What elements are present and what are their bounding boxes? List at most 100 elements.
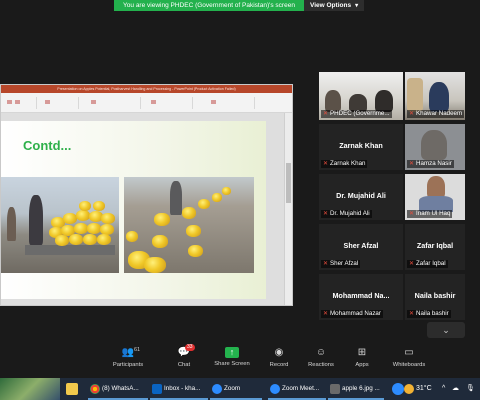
background-object [407,78,423,112]
apps-button[interactable]: ⊞ Apps [352,347,372,368]
apple-sack [152,235,168,248]
apple-sack [76,210,90,221]
apple-sack [55,235,69,246]
weather-temperature[interactable]: 31°C [416,378,432,400]
zoom-icon [212,384,222,394]
slide: Contd... [1,121,266,299]
chevron-down-icon: ▾ [355,3,359,9]
ribbon-group [195,97,255,109]
mic-muted-icon: ✕ [409,311,415,317]
meeting-toolbar: 👥 61 Participants 💬 33 Chat ↑ Share Scre… [0,343,480,378]
taskbar-item-zoom-meeting[interactable]: Zoom Meet... [268,378,326,400]
slide-scrollbar[interactable] [284,113,292,305]
apple-sack [79,201,91,211]
slide-canvas: Contd... [1,113,292,305]
taskbar-item-label: (8) WhatsA... [102,385,139,392]
participant-tile[interactable]: Naila bashir ✕ Naila bashir [405,274,465,320]
cloud-icon[interactable]: ☁ [452,378,459,400]
participant-tile[interactable]: Zarnak Khan ✕ Zarnak Khan [319,124,403,170]
participant-name: ✕ Zarnak Khan [321,160,368,168]
participant-display-name: Naila bashir [414,291,456,300]
apple-sack [97,234,111,245]
chat-button[interactable]: 💬 33 Chat [170,344,198,368]
gallery-scroll-down-button[interactable]: ⌄ [427,322,465,338]
apple-sack [101,213,115,224]
scrollbar-thumb[interactable] [286,163,291,203]
file-explorer-icon[interactable] [66,383,78,395]
share-screen-label: Share Screen [214,361,250,367]
whiteboards-button[interactable]: ▭ Whiteboards [390,347,428,368]
apple-sack [154,213,170,226]
apple-sack [83,234,97,245]
taskbar-wallpaper-thumb [0,378,60,400]
participant-name: ✕ Sher Afzal [321,260,361,268]
participant-display-name: Dr. Mujahid Ali [336,191,386,200]
taskbar-item-photo[interactable]: apple 6.jpg ... [328,378,384,400]
participant-name: ✕ Dr. Mujahid Ali [321,210,372,218]
participant-display-name: Mohammad Na... [332,291,390,300]
share-screen-button[interactable]: ↑ Share Screen [212,347,252,367]
taskbar-item-label: apple 6.jpg ... [342,385,380,392]
taskbar-item-outlook[interactable]: Inbox - kha... [150,378,208,400]
chat-label: Chat [177,362,191,368]
apple-sack [182,207,196,219]
record-icon: ◉ [274,347,284,358]
chat-unread-badge: 33 [185,344,195,351]
apple-sack [74,223,88,234]
participants-count: 61 [134,347,141,353]
taskbar-item-whatsapp[interactable]: (8) WhatsA... [88,378,148,400]
apple-sack [144,257,166,273]
apple-sack [212,193,222,202]
photos-icon [330,384,340,394]
apple-sack [222,187,231,195]
person-figure [29,195,43,245]
apps-icon: ⊞ [357,347,367,358]
view-options-button[interactable]: View Options ▾ [304,0,364,11]
whiteboard-icon: ▭ [404,347,414,358]
cart [25,245,115,255]
person-figure [7,207,16,241]
participant-tile[interactable]: Sher Afzal ✕ Sher Afzal [319,224,403,270]
shared-window-title: Presentation on Apples Potential, Postha… [1,85,292,93]
mic-muted-icon: ✕ [323,311,329,317]
apple-sack [87,223,101,234]
participant-display-name: Sher Afzal [343,241,379,250]
participant-display-name: Zafar Iqbal [416,241,454,250]
reactions-button[interactable]: ☺ Reactions [306,347,336,368]
record-label: Record [269,362,289,368]
ribbon-icon [7,100,12,104]
taskbar-item-zoom[interactable]: Zoom [210,378,262,400]
participant-tile[interactable]: Dr. Mujahid Ali ✕ Dr. Mujahid Ali [319,174,403,220]
taskbar-item-label: Zoom [224,385,241,392]
mic-muted-icon: ✕ [323,261,329,267]
participant-tile[interactable]: ✕ Hamza Nasir [405,124,465,170]
participant-tile[interactable]: Zafar Iqbal ✕ Zafar Iqbal [405,224,465,270]
apple-sack [186,225,201,237]
microphone-icon[interactable]: 🎙 [466,378,475,400]
participant-tile[interactable]: ✕ Inam Ul Haq [405,174,465,220]
zoom-tray-icon[interactable] [392,383,404,395]
slide-photo-apple-sacks-road [124,177,254,273]
person-figure [375,90,393,112]
chevron-up-icon[interactable]: ^ [442,378,445,400]
participant-tile[interactable]: Mohammad Na... ✕ Mohammad Nazar [319,274,403,320]
ribbon-icon [15,100,20,104]
participant-tile[interactable]: ✕ PHDEC (Governme... [319,72,403,120]
apple-sack [126,231,138,242]
participants-label: Participants [112,362,144,368]
participant-name: ✕ Naila bashir [407,310,451,318]
mic-muted-icon: ✕ [323,111,329,117]
participant-name: ✕ PHDEC (Governme... [321,110,392,118]
participants-button[interactable]: 👥 61 Participants [111,347,145,368]
shared-screen: Presentation on Apples Potential, Postha… [0,84,293,306]
slide-title: Contd... [23,138,72,153]
apple-sack [188,245,203,257]
ribbon-icon [211,100,216,104]
participant-tile[interactable]: ✕ Khawar Nadeem [405,72,465,120]
whiteboards-label: Whiteboards [392,362,426,368]
person-figure [421,130,447,160]
person-figure [170,181,182,215]
share-screen-icon: ↑ [225,347,239,358]
mic-muted-icon: ✕ [409,261,415,267]
record-button[interactable]: ◉ Record [266,347,292,368]
